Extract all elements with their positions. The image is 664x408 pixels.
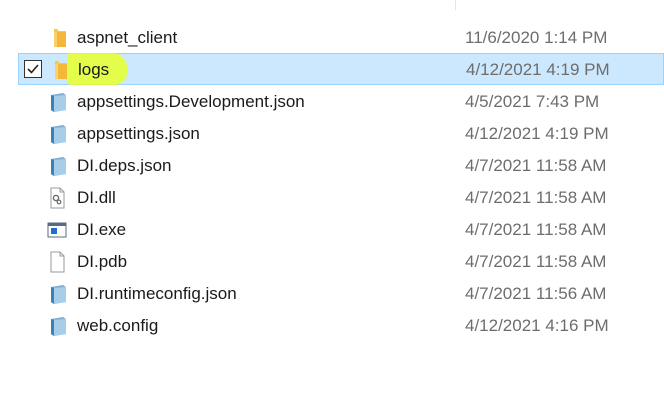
file-modified-date: 4/7/2021 11:58 AM: [465, 220, 607, 239]
file-name: appsettings.json: [77, 124, 200, 143]
file-modified-date: 4/7/2021 11:58 AM: [465, 188, 607, 207]
file-name: web.config: [77, 316, 159, 335]
file-modified-date: 4/7/2021 11:58 AM: [465, 156, 607, 175]
file-name: DI.exe: [77, 220, 127, 239]
file-name: appsettings.Development.json: [77, 92, 305, 111]
json-file-icon: [46, 155, 68, 177]
file-name: aspnet_client: [77, 28, 178, 47]
file-name: DI.dll: [77, 188, 116, 207]
file-row-logs[interactable]: logs 4/12/2021 4:19 PM: [18, 53, 664, 85]
blank-file-icon: [46, 251, 68, 273]
folder-icon: [47, 59, 69, 81]
file-row-di-dll[interactable]: DI.dll 4/7/2021 11:58 AM: [18, 182, 664, 214]
json-file-icon: [46, 315, 68, 337]
row-checkbox[interactable]: [24, 60, 42, 78]
folder-icon: [46, 27, 68, 49]
file-name: DI.deps.json: [77, 156, 172, 175]
json-file-icon: [46, 123, 68, 145]
dll-file-icon: [46, 187, 68, 209]
file-modified-date: 11/6/2020 1:14 PM: [465, 28, 608, 47]
file-row-di-runtimeconfig[interactable]: DI.runtimeconfig.json 4/7/2021 11:56 AM: [18, 278, 664, 310]
file-row-di-exe[interactable]: DI.exe 4/7/2021 11:58 AM: [18, 214, 664, 246]
file-row-appsettings-development[interactable]: appsettings.Development.json 4/5/2021 7:…: [18, 86, 664, 118]
file-row-di-pdb[interactable]: DI.pdb 4/7/2021 11:58 AM: [18, 246, 664, 278]
file-row-appsettings[interactable]: appsettings.json 4/12/2021 4:19 PM: [18, 118, 664, 150]
exe-file-icon: [46, 219, 68, 241]
file-modified-date: 4/12/2021 4:19 PM: [466, 60, 610, 79]
file-modified-date: 4/7/2021 11:56 AM: [465, 284, 607, 303]
file-row-web-config[interactable]: web.config 4/12/2021 4:16 PM: [18, 310, 664, 342]
file-list: aspnet_client 11/6/2020 1:14 PM logs 4/1…: [0, 0, 664, 408]
file-name: logs: [78, 60, 110, 79]
file-modified-date: 4/7/2021 11:58 AM: [465, 252, 607, 271]
file-name: DI.runtimeconfig.json: [77, 284, 237, 303]
file-row-aspnet-client[interactable]: aspnet_client 11/6/2020 1:14 PM: [18, 22, 664, 54]
file-modified-date: 4/12/2021 4:19 PM: [465, 124, 609, 143]
json-file-icon: [46, 283, 68, 305]
file-row-di-deps[interactable]: DI.deps.json 4/7/2021 11:58 AM: [18, 150, 664, 182]
file-modified-date: 4/12/2021 4:16 PM: [465, 316, 609, 335]
file-name: DI.pdb: [77, 252, 128, 271]
file-modified-date: 4/5/2021 7:43 PM: [465, 92, 600, 111]
json-file-icon: [46, 91, 68, 113]
